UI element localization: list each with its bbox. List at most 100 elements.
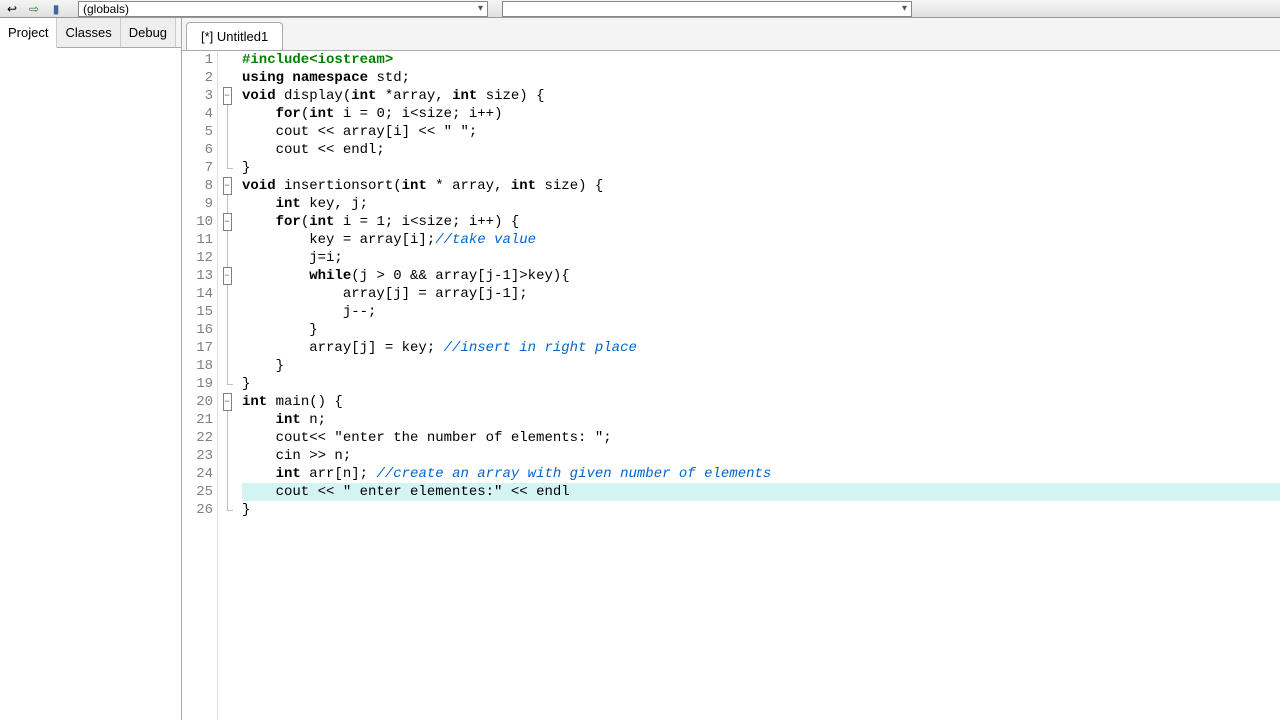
line-number: 19 xyxy=(182,375,213,393)
fold-cell xyxy=(218,231,236,249)
code-line[interactable]: cout << " enter elementes:" << endl xyxy=(242,483,1280,501)
fold-cell xyxy=(218,51,236,69)
line-number: 9 xyxy=(182,195,213,213)
code-line[interactable]: void insertionsort(int * array, int size… xyxy=(242,177,1280,195)
fold-cell xyxy=(218,105,236,123)
line-number: 1 xyxy=(182,51,213,69)
fold-cell xyxy=(218,465,236,483)
toolbar: ↩ ⇨ ▮ (globals) ▾ ▾ xyxy=(0,0,1280,18)
line-number: 15 xyxy=(182,303,213,321)
goto-icon[interactable]: ⇨ xyxy=(26,1,42,17)
code-line[interactable]: int arr[n]; //create an array with given… xyxy=(242,465,1280,483)
code-line[interactable]: int n; xyxy=(242,411,1280,429)
chevron-down-icon: ▾ xyxy=(478,3,483,14)
sidebar-tab-classes[interactable]: Classes xyxy=(57,18,120,47)
fold-cell xyxy=(218,447,236,465)
code-lines[interactable]: #include<iostream>using namespace std;vo… xyxy=(236,51,1280,720)
fold-toggle-icon[interactable]: − xyxy=(223,177,232,195)
sidebar: ProjectClassesDebug xyxy=(0,18,182,720)
line-number: 23 xyxy=(182,447,213,465)
line-number: 11 xyxy=(182,231,213,249)
code-line[interactable]: array[j] = key; //insert in right place xyxy=(242,339,1280,357)
fold-toggle-icon[interactable]: − xyxy=(223,267,232,285)
code-line[interactable]: cin >> n; xyxy=(242,447,1280,465)
fold-cell xyxy=(218,159,236,177)
fold-cell xyxy=(218,483,236,501)
fold-cell xyxy=(218,195,236,213)
code-editor[interactable]: 1234567891011121314151617181920212223242… xyxy=(182,51,1280,720)
bookmark-icon[interactable]: ▮ xyxy=(48,1,64,17)
fold-toggle-icon[interactable]: − xyxy=(223,213,232,231)
editor-tab-untitled[interactable]: [*] Untitled1 xyxy=(186,22,283,50)
fold-cell xyxy=(218,321,236,339)
fold-cell xyxy=(218,357,236,375)
sidebar-tab-debug[interactable]: Debug xyxy=(121,18,176,47)
code-line[interactable]: int key, j; xyxy=(242,195,1280,213)
line-number: 8 xyxy=(182,177,213,195)
code-line[interactable]: int main() { xyxy=(242,393,1280,411)
code-line[interactable]: for(int i = 0; i<size; i++) xyxy=(242,105,1280,123)
line-number-gutter: 1234567891011121314151617181920212223242… xyxy=(182,51,218,720)
fold-cell xyxy=(218,303,236,321)
line-number: 7 xyxy=(182,159,213,177)
sidebar-tabs: ProjectClassesDebug xyxy=(0,18,181,48)
line-number: 13 xyxy=(182,267,213,285)
line-number: 20 xyxy=(182,393,213,411)
code-line[interactable]: cout<< "enter the number of elements: "; xyxy=(242,429,1280,447)
fold-cell xyxy=(218,411,236,429)
line-number: 18 xyxy=(182,357,213,375)
fold-cell xyxy=(218,123,236,141)
line-number: 21 xyxy=(182,411,213,429)
fold-cell xyxy=(218,249,236,267)
fold-toggle-icon[interactable]: − xyxy=(223,87,232,105)
line-number: 3 xyxy=(182,87,213,105)
code-line[interactable]: } xyxy=(242,159,1280,177)
line-number: 4 xyxy=(182,105,213,123)
code-line[interactable]: void display(int *array, int size) { xyxy=(242,87,1280,105)
fold-cell[interactable]: − xyxy=(218,393,236,411)
fold-cell xyxy=(218,429,236,447)
line-number: 5 xyxy=(182,123,213,141)
code-line[interactable]: key = array[i];//take value xyxy=(242,231,1280,249)
line-number: 26 xyxy=(182,501,213,519)
editor-tab-label: [*] Untitled1 xyxy=(201,29,268,44)
fold-cell[interactable]: − xyxy=(218,267,236,285)
code-line[interactable]: using namespace std; xyxy=(242,69,1280,87)
scope-dropdown-right[interactable]: ▾ xyxy=(502,1,912,17)
code-line[interactable]: j=i; xyxy=(242,249,1280,267)
back-icon[interactable]: ↩ xyxy=(4,1,20,17)
code-line[interactable]: array[j] = array[j-1]; xyxy=(242,285,1280,303)
fold-cell xyxy=(218,501,236,519)
line-number: 17 xyxy=(182,339,213,357)
code-line[interactable]: j--; xyxy=(242,303,1280,321)
fold-cell xyxy=(218,375,236,393)
chevron-down-icon: ▾ xyxy=(902,3,907,14)
fold-cell[interactable]: − xyxy=(218,177,236,195)
line-number: 22 xyxy=(182,429,213,447)
editor-tabs: [*] Untitled1 xyxy=(182,18,1280,51)
code-line[interactable]: cout << endl; xyxy=(242,141,1280,159)
code-line[interactable]: cout << array[i] << " "; xyxy=(242,123,1280,141)
fold-column[interactable]: − − − − − xyxy=(218,51,236,720)
fold-cell[interactable]: − xyxy=(218,213,236,231)
line-number: 25 xyxy=(182,483,213,501)
code-line[interactable]: while(j > 0 && array[j-1]>key){ xyxy=(242,267,1280,285)
code-line[interactable]: } xyxy=(242,357,1280,375)
line-number: 14 xyxy=(182,285,213,303)
code-line[interactable]: #include<iostream> xyxy=(242,51,1280,69)
fold-toggle-icon[interactable]: − xyxy=(223,393,232,411)
fold-cell[interactable]: − xyxy=(218,87,236,105)
line-number: 10 xyxy=(182,213,213,231)
code-line[interactable]: for(int i = 1; i<size; i++) { xyxy=(242,213,1280,231)
scope-left-text: (globals) xyxy=(83,2,129,16)
code-line[interactable]: } xyxy=(242,321,1280,339)
sidebar-tab-project[interactable]: Project xyxy=(0,18,57,48)
line-number: 16 xyxy=(182,321,213,339)
line-number: 24 xyxy=(182,465,213,483)
fold-cell xyxy=(218,69,236,87)
code-line[interactable]: } xyxy=(242,375,1280,393)
scope-dropdown-left[interactable]: (globals) ▾ xyxy=(78,1,488,17)
main-area: ProjectClassesDebug [*] Untitled1 123456… xyxy=(0,18,1280,720)
fold-cell xyxy=(218,339,236,357)
code-line[interactable]: } xyxy=(242,501,1280,519)
